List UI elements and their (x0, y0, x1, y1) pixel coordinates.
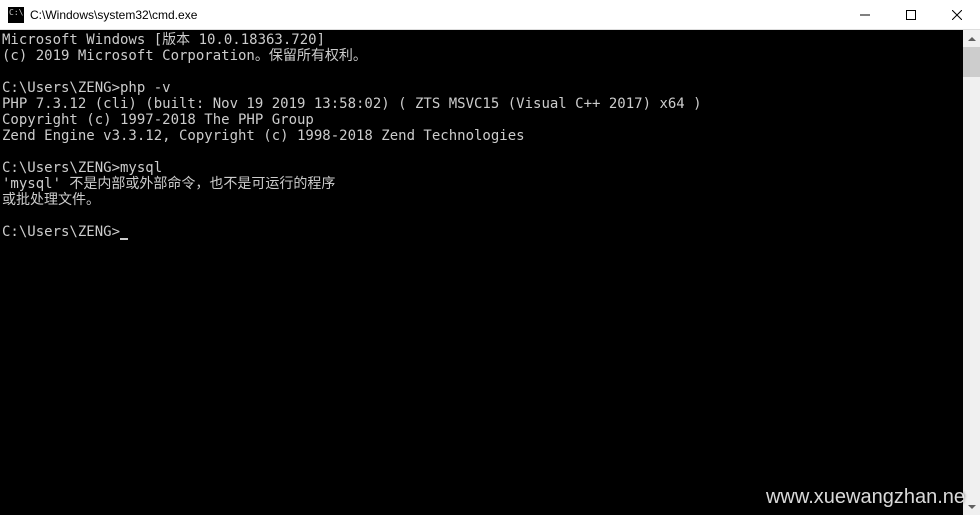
terminal-output[interactable]: Microsoft Windows [版本 10.0.18363.720] (c… (0, 30, 980, 515)
window-titlebar: C:\Windows\system32\cmd.exe (0, 0, 980, 30)
window-title: C:\Windows\system32\cmd.exe (30, 8, 842, 22)
scroll-thumb[interactable] (963, 47, 980, 77)
close-icon (952, 10, 962, 20)
cmd-icon (8, 7, 24, 23)
watermark-text: www.xuewangzhan.ne (766, 486, 965, 509)
minimize-icon (860, 10, 870, 20)
maximize-icon (906, 10, 916, 20)
cursor (120, 238, 128, 240)
maximize-button[interactable] (888, 0, 934, 29)
window-controls (842, 0, 980, 29)
scroll-up-arrow-icon[interactable] (963, 30, 980, 47)
vertical-scrollbar[interactable] (963, 30, 980, 515)
close-button[interactable] (934, 0, 980, 29)
minimize-button[interactable] (842, 0, 888, 29)
scroll-down-arrow-icon[interactable] (963, 498, 980, 515)
